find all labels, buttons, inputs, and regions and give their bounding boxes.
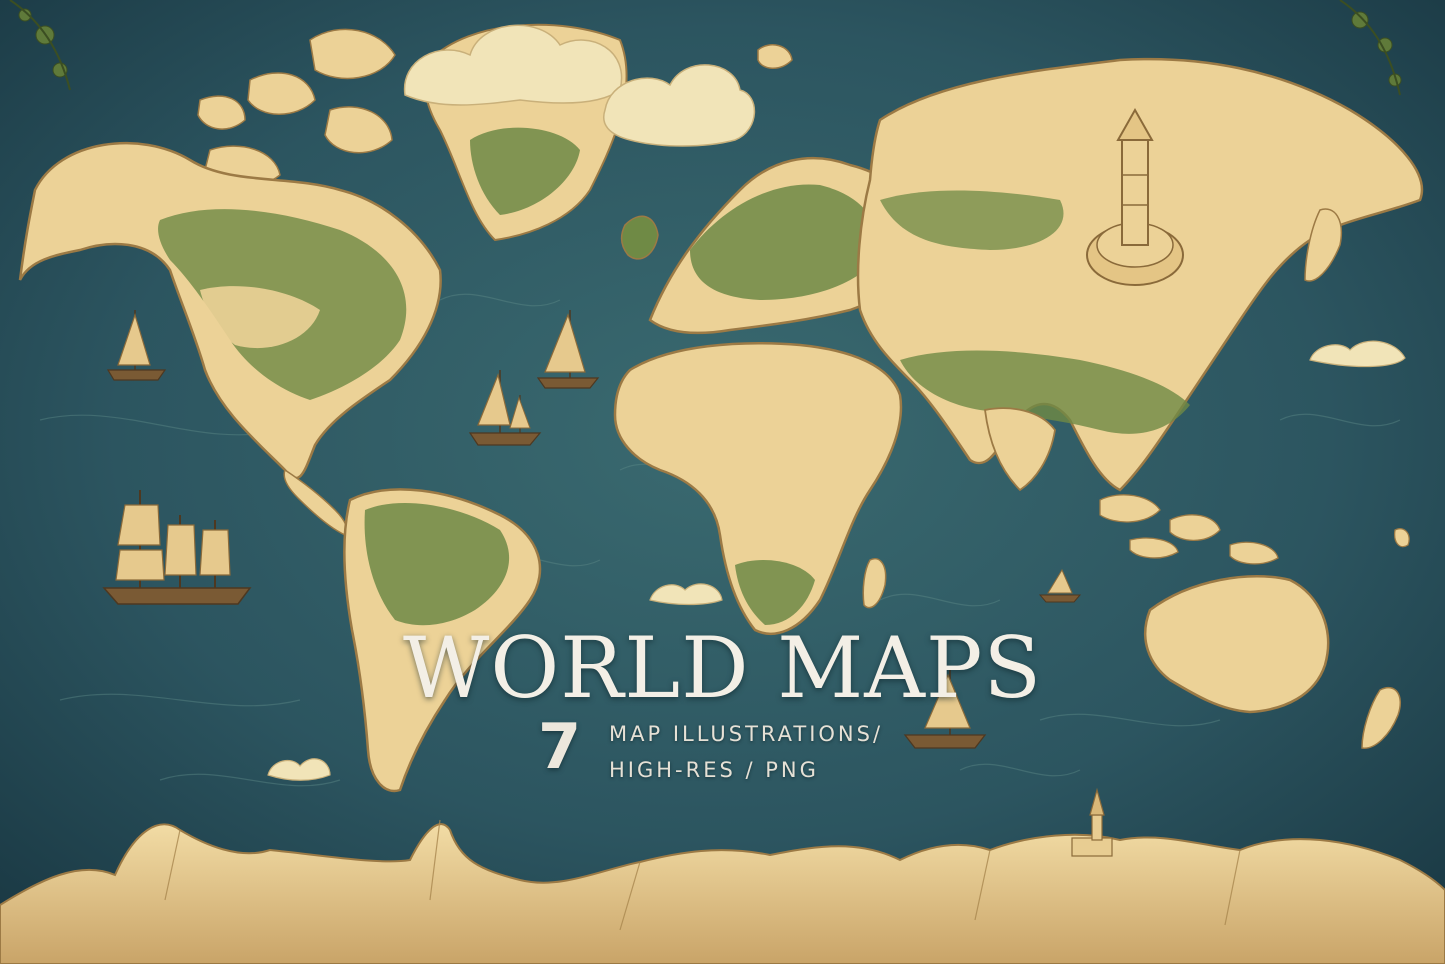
page-title: WORLD MAPS <box>402 619 1042 717</box>
world-maps-cover: WORLD MAPS 7 MAP ILLUSTRATIONS/ HIGH-RES… <box>0 0 1445 964</box>
subtitle-line-2: HIGH-RES / PNG <box>609 758 819 782</box>
subtitle-line-1: MAP ILLUSTRATIONS/ <box>609 722 884 746</box>
world-map-illustration <box>0 0 1445 964</box>
illustration-count: 7 <box>538 710 582 783</box>
